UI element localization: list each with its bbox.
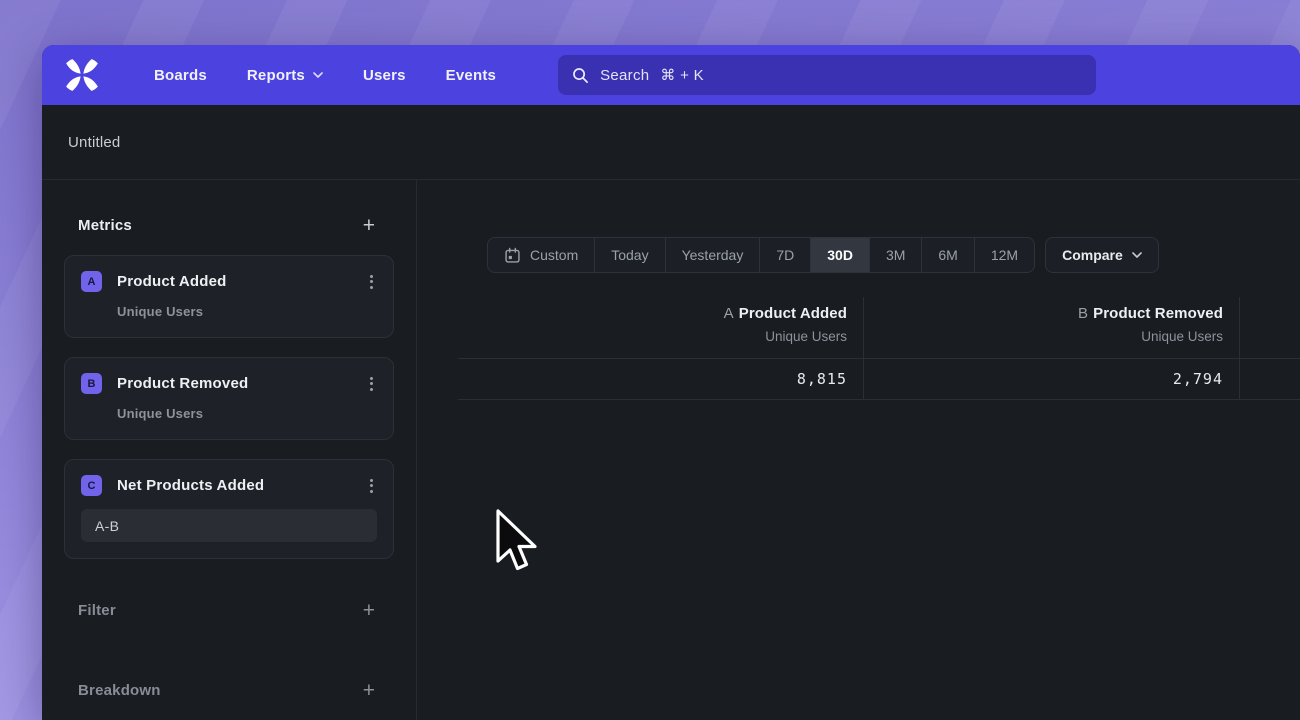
metric-card-b[interactable]: B Product Removed Unique Users <box>64 357 394 440</box>
add-breakdown-button[interactable]: + <box>363 680 375 701</box>
metric-measure[interactable]: Unique Users <box>117 304 377 319</box>
search-input[interactable]: Search ⌘ + K <box>558 55 1096 95</box>
metric-card-a[interactable]: A Product Added Unique Users <box>64 255 394 338</box>
table-cell-b[interactable]: 2,794 <box>864 359 1240 400</box>
date-range-12m[interactable]: 12M <box>975 238 1034 272</box>
metric-name: Net Products Added <box>117 477 366 494</box>
table-header-col-b[interactable]: B Product Removed Unique Users <box>864 297 1240 359</box>
column-subtitle: Unique Users <box>1141 329 1223 344</box>
table-cell-a[interactable]: 8,815 <box>458 359 864 400</box>
results-panel: Custom Today Yesterday 7D 30D 3M 6M 12M … <box>417 180 1300 720</box>
date-range-yesterday[interactable]: Yesterday <box>666 238 761 272</box>
column-title: Product Added <box>739 305 847 322</box>
nav-links: Boards Reports Users Events <box>154 67 496 84</box>
column-title: Product Removed <box>1093 305 1223 322</box>
search-icon <box>572 67 589 84</box>
filter-label: Filter <box>78 602 116 619</box>
date-range-label: 6M <box>938 247 957 263</box>
date-range-label: 3M <box>886 247 905 263</box>
add-metric-button[interactable]: + <box>363 215 375 236</box>
table-header-col-a[interactable]: A Product Added Unique Users <box>458 297 864 359</box>
date-range-label: 7D <box>776 247 794 263</box>
column-prefix: B <box>1078 305 1088 322</box>
date-range-label: 12M <box>991 247 1018 263</box>
chevron-down-icon <box>1132 252 1142 258</box>
formula-input[interactable]: A-B <box>81 509 377 542</box>
nav-item-boards[interactable]: Boards <box>154 67 207 84</box>
table-row-spacer <box>417 359 458 400</box>
compare-button[interactable]: Compare <box>1045 237 1159 273</box>
date-range-7d[interactable]: 7D <box>760 238 811 272</box>
top-nav: Boards Reports Users Events Search ⌘ + K <box>42 45 1300 105</box>
metric-name: Product Removed <box>117 375 366 392</box>
date-toolbar: Custom Today Yesterday 7D 30D 3M 6M 12M … <box>487 237 1300 273</box>
metric-card-c[interactable]: C Net Products Added A-B <box>64 459 394 559</box>
mixpanel-logo-icon[interactable] <box>64 57 100 93</box>
date-range-6m[interactable]: 6M <box>922 238 974 272</box>
results-table: A Product Added Unique Users B Product Rem… <box>417 297 1300 400</box>
query-sidebar: Metrics + A Product Added Unique Users B… <box>42 180 417 720</box>
nav-item-label: Users <box>363 67 406 84</box>
date-range-selector: Custom Today Yesterday 7D 30D 3M 6M 12M <box>487 237 1035 273</box>
date-range-label: Custom <box>530 247 578 263</box>
date-range-today[interactable]: Today <box>595 238 665 272</box>
date-range-label: Today <box>611 247 648 263</box>
nav-item-reports[interactable]: Reports <box>247 67 323 84</box>
metric-badge: A <box>81 271 102 292</box>
column-subtitle: Unique Users <box>765 329 847 344</box>
kebab-menu-icon[interactable] <box>366 375 377 393</box>
metric-badge: B <box>81 373 102 394</box>
kebab-menu-icon[interactable] <box>366 273 377 291</box>
nav-item-label: Reports <box>247 67 305 84</box>
date-range-3m[interactable]: 3M <box>870 238 922 272</box>
nav-item-label: Boards <box>154 67 207 84</box>
table-header-col-partial <box>1240 297 1300 359</box>
metric-measure[interactable]: Unique Users <box>117 406 377 421</box>
date-range-label: 30D <box>827 247 853 263</box>
nav-item-events[interactable]: Events <box>446 67 496 84</box>
search-shortcut: ⌘ + K <box>660 66 704 84</box>
calendar-icon <box>504 247 521 264</box>
breakdown-label: Breakdown <box>78 682 161 699</box>
kebab-menu-icon[interactable] <box>366 477 377 495</box>
metrics-title: Metrics <box>78 217 132 234</box>
search-placeholder: Search <box>600 67 649 84</box>
column-prefix: A <box>724 305 734 322</box>
breadcrumb-bar: Untitled <box>42 105 1300 180</box>
chevron-down-icon <box>313 72 323 78</box>
metric-badge: C <box>81 475 102 496</box>
filter-section: Filter + <box>42 599 416 621</box>
nav-item-users[interactable]: Users <box>363 67 406 84</box>
compare-label: Compare <box>1062 247 1123 263</box>
date-range-label: Yesterday <box>682 247 744 263</box>
table-cell-partial <box>1240 359 1300 400</box>
table-header-spacer <box>417 297 458 359</box>
metric-name: Product Added <box>117 273 366 290</box>
date-range-custom[interactable]: Custom <box>488 238 595 272</box>
date-range-30d-selected[interactable]: 30D <box>811 238 870 272</box>
nav-item-label: Events <box>446 67 496 84</box>
app-window: Boards Reports Users Events Search ⌘ + K <box>42 45 1300 720</box>
metrics-header: Metrics + <box>42 214 416 236</box>
add-filter-button[interactable]: + <box>363 600 375 621</box>
report-title[interactable]: Untitled <box>68 134 120 151</box>
breakdown-section: Breakdown + <box>42 679 416 701</box>
